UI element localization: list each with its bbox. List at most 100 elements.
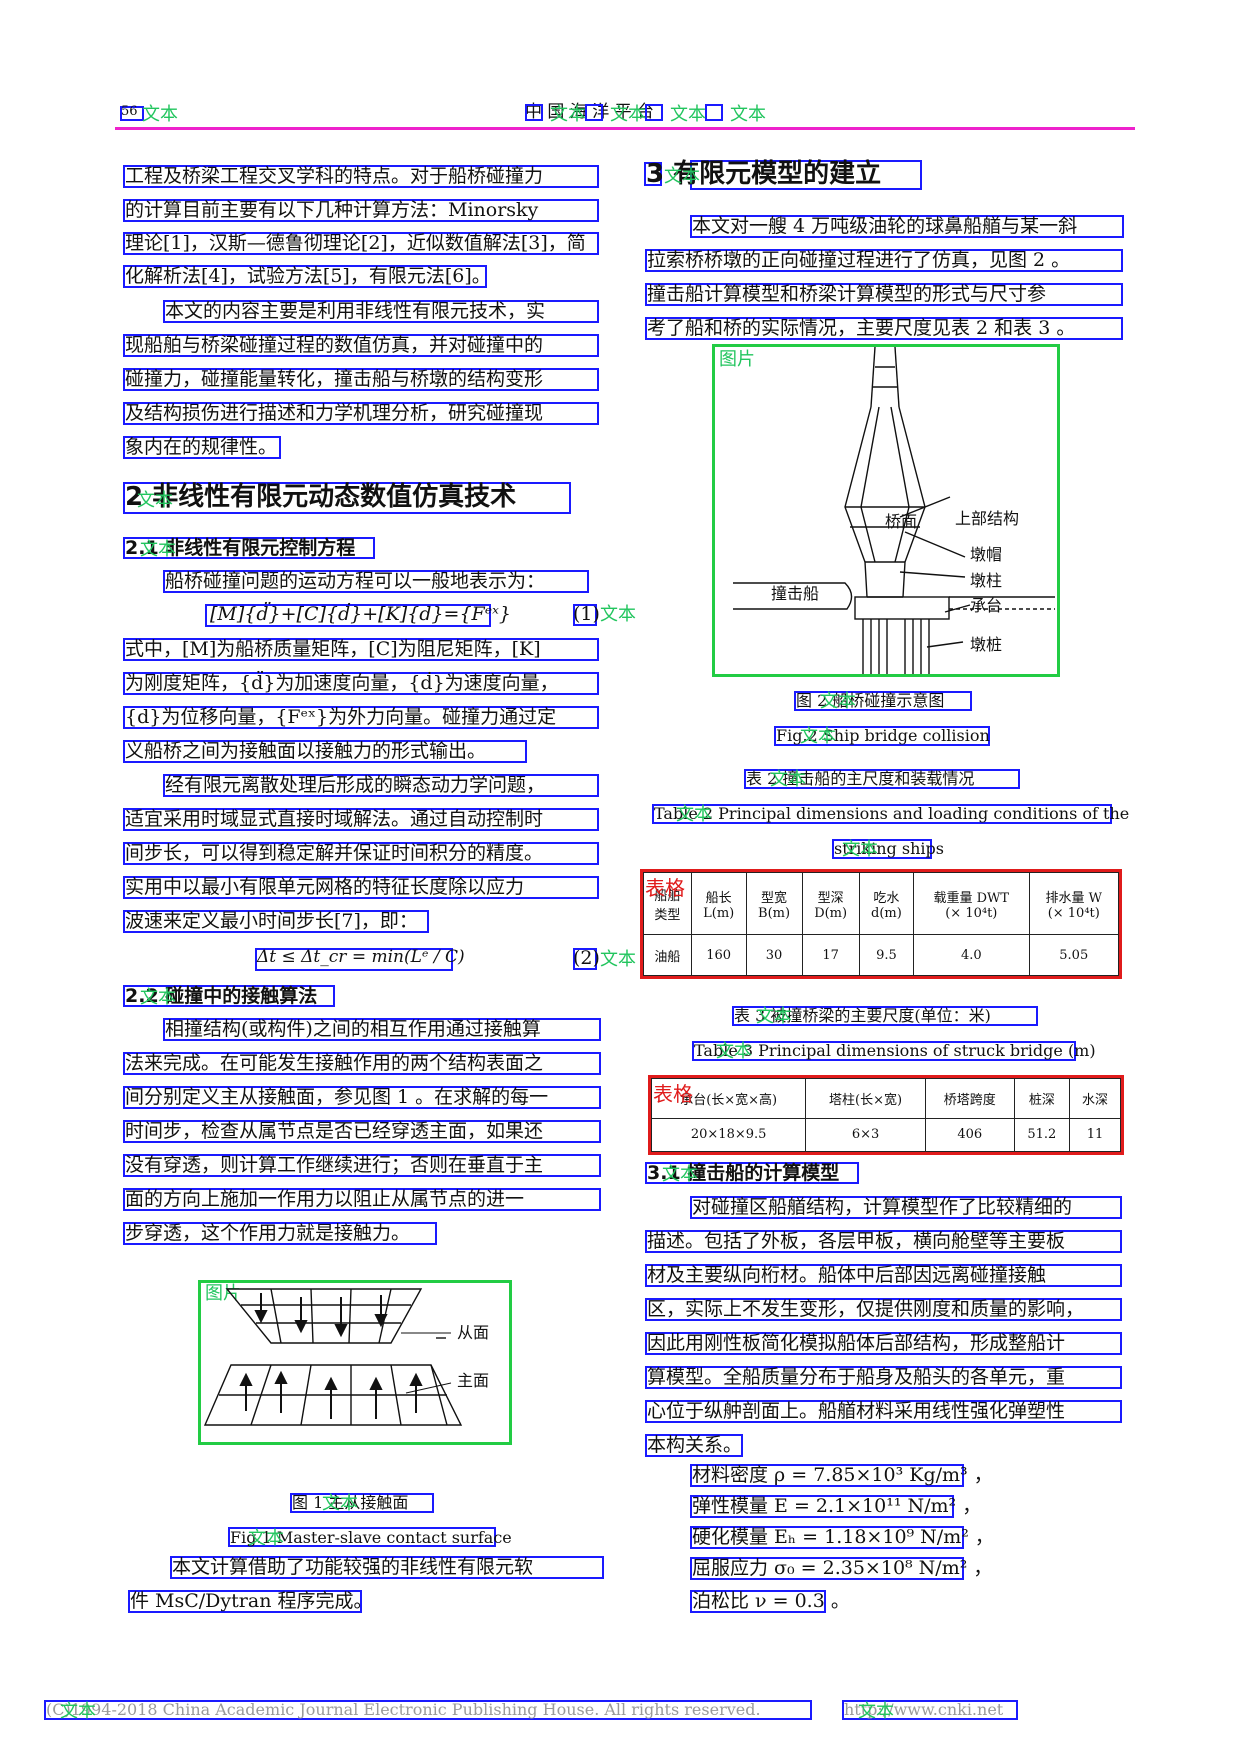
- text-line: 本文计算借助了功能较强的非线性有限元软: [172, 1556, 534, 1578]
- region-label: 文本: [676, 804, 712, 825]
- region-label: 文本: [770, 769, 806, 790]
- equation-number: (1): [573, 603, 600, 625]
- text-line: 相撞结构(或构件)之间的相互作用通过接触算: [165, 1018, 541, 1040]
- journal-title-box-1: [525, 104, 543, 121]
- table-cell: 30: [745, 934, 803, 976]
- property-line: 硬化模量 Eₕ = 1.18×10⁹ N/m² ，: [692, 1526, 994, 1548]
- region-label: 文本: [670, 104, 706, 125]
- text-line: 现船舶与桥梁碰撞过程的数值仿真，并对碰撞中的: [125, 334, 544, 356]
- text-line: 步穿透，这个作用力就是接触力。: [125, 1222, 411, 1244]
- text-line: 适宜采用时域显式直接时域解法。通过自动控制时: [125, 808, 544, 830]
- equation: [M]{d̈}+[C]{ḋ}+[K]{d}={Fᵉˣ}: [210, 603, 511, 625]
- property-line: 材料密度 ρ = 7.85×10³ Kg/m³ ，: [692, 1464, 993, 1486]
- pier-pile-label: 墩桩: [970, 635, 1003, 654]
- journal-title-box-2: [585, 104, 603, 121]
- region-label: 表格: [653, 1082, 693, 1106]
- table-cell: 406: [924, 1117, 1015, 1153]
- region-label: 文本: [600, 604, 636, 625]
- text-line: 本构关系。: [647, 1434, 743, 1456]
- text-line: 船桥碰撞问题的运动方程可以一般地表示为：: [165, 570, 546, 592]
- region-label: 文本: [60, 1701, 96, 1722]
- text-line: 本文的内容主要是利用非线性有限元技术，实: [165, 300, 546, 322]
- table-3: 表格 承台(长×宽×高) 塔柱(长×宽) 桥塔跨度 桩深 水深 20×18×9.…: [648, 1075, 1124, 1155]
- text-line: 描述。包括了外板，各层甲板，横向舱壁等主要板: [647, 1230, 1066, 1252]
- table-header-cell: 船长 L(m): [690, 872, 747, 935]
- master-surface-label: 主面: [457, 1371, 490, 1390]
- region-label: 文本: [142, 104, 178, 125]
- figure-2: 图片 桥面 上部结构 墩帽 墩柱 撞击船 承台 墩桩: [712, 344, 1060, 677]
- platform-label: 承台: [970, 596, 1003, 615]
- text-line: 化解析法[4]，试验方法[5]，有限元法[6]。: [125, 265, 491, 287]
- region-label: 文本: [140, 539, 176, 560]
- table-header-cell: 型宽 B(m): [745, 872, 803, 935]
- text-line: 件 MsC/Dytran 程序完成。: [130, 1590, 373, 1612]
- table-cell: 160: [690, 934, 747, 976]
- property-line: 弹性模量 E = 2.1×10¹¹ N/m² ，: [692, 1495, 982, 1517]
- text-line: 材及主要纵向桁材。船体中后部因远离碰撞接触: [647, 1264, 1047, 1286]
- table-header-cell: 桥塔跨度: [924, 1078, 1015, 1119]
- text-line: 工程及桥梁工程交叉学科的特点。对于船桥碰撞力: [125, 165, 544, 187]
- text-line: 心位于纵舯剖面上。船艏材料采用线性强化弹塑性: [647, 1400, 1066, 1422]
- section-heading: 2 非线性有限元动态数值仿真技术: [125, 482, 517, 512]
- table-header-cell: 排水量 W (× 10⁴t): [1028, 872, 1120, 935]
- region-label: 文本: [610, 104, 646, 125]
- region-label: 表格: [645, 876, 685, 900]
- region-label: 文本: [716, 1041, 752, 1062]
- region-label: 文本: [550, 104, 586, 125]
- text-line: 间分别定义主从接触面，参见图 1 。在求解的每一: [125, 1086, 549, 1108]
- text-line: 拉索桥桥墩的正向碰撞过程进行了仿真，见图 2 。: [647, 249, 1071, 271]
- principal-dimensions-table: 船舶 类型 船长 L(m) 型宽 B(m) 型深 D(m) 吃水 d(m) 载重…: [643, 872, 1120, 976]
- equation: Δt ≤ Δt_cr = min(Lᵉ / C): [257, 947, 465, 967]
- table-header-cell: 桩深: [1013, 1078, 1070, 1119]
- journal-title-box-3: [645, 104, 663, 121]
- region-label: 文本: [137, 490, 173, 511]
- text-line: {d}为位移向量，{Fᵉˣ}为外力向量。碰撞力通过定: [125, 706, 557, 728]
- pier-cap-label: 墩帽: [970, 545, 1003, 564]
- text-line: 义船桥之间为接触面以接触力的形式输出。: [125, 740, 487, 762]
- region-label: 文本: [248, 1528, 284, 1549]
- text-line: 本文对一艘 4 万吨级油轮的球鼻船艏与某一斜: [692, 215, 1078, 237]
- pier-column-label: 墩柱: [970, 571, 1003, 590]
- text-line: 象内在的规律性。: [125, 436, 278, 458]
- table-header-cell: 载重量 DWT (× 10⁴t): [913, 872, 1030, 935]
- region-label: 文本: [842, 839, 878, 860]
- text-line: 没有穿透，则计算工作继续进行；否则在垂直于主: [125, 1154, 544, 1176]
- table-caption-en: Table 3 Principal dimensions of struck b…: [694, 1041, 1096, 1060]
- text-line: 间步长，可以得到稳定解并保证时间积分的精度。: [125, 842, 544, 864]
- table-header-cell: 塔柱(长×宽): [805, 1078, 926, 1119]
- text-line: 对碰撞区船艏结构，计算模型作了比较精细的: [692, 1196, 1073, 1218]
- table-header-cell: 吃水 d(m): [858, 872, 915, 935]
- text-line: 的计算目前主要有以下几种计算方法：Minorsky: [125, 199, 539, 221]
- journal-title-box-4: [705, 104, 723, 121]
- region-label: 文本: [858, 1701, 894, 1722]
- table-cell: 17: [801, 934, 860, 976]
- text-line: 理论[1]，汉斯—德鲁彻理论[2]，近似数值解法[3]，简: [125, 232, 586, 254]
- text-line: 面的方向上施加一作用力以阻止从属节点的进一: [125, 1188, 525, 1210]
- struck-bridge-dimensions-table: 承台(长×宽×高) 塔柱(长×宽) 桥塔跨度 桩深 水深 20×18×9.5 6…: [650, 1078, 1122, 1153]
- table-header-cell: 型深 D(m): [801, 872, 860, 935]
- deck-label: 桥面: [885, 512, 918, 531]
- text-line: 为刚度矩阵，{d̈}为加速度向量，{ḋ}为速度向量，: [125, 672, 559, 694]
- table-cell: 9.5: [858, 934, 915, 976]
- master-slave-contact-diagram: [203, 1288, 463, 1426]
- property-line: 屈服应力 σ₀ = 2.35×10⁸ N/m² ，: [692, 1557, 993, 1579]
- text-line: 算模型。全船质量分布于船身及船头的各单元，重: [647, 1366, 1066, 1388]
- text-line: 波速来定义最小时间步长[7]，即：: [125, 910, 418, 932]
- region-label: 文本: [820, 691, 856, 712]
- figure-caption: 图 2 船桥碰撞示意图: [796, 691, 945, 710]
- text-line: 撞击船计算模型和桥梁计算模型的形式与尺寸参: [647, 283, 1047, 305]
- text-line: 法来完成。在可能发生接触作用的两个结构表面之: [125, 1052, 544, 1074]
- text-line: 时间步，检查从属节点是否已经穿透主面，如果还: [125, 1120, 544, 1142]
- property-line: 泊松比 ν = 0.3 。: [692, 1590, 850, 1612]
- table-cell: 4.0: [913, 934, 1030, 976]
- region-label: 文本: [600, 949, 636, 970]
- table-cell: 11: [1068, 1117, 1122, 1153]
- text-line: 式中，[M]为船桥质量矩阵，[C]为阻尼矩阵，[K]: [125, 638, 541, 660]
- slave-surface-label: 从面: [457, 1323, 490, 1342]
- table-caption-en: Table 2 Principal dimensions and loading…: [654, 804, 1130, 823]
- region-label: 文本: [756, 1006, 792, 1027]
- region-label: 文本: [322, 1493, 358, 1514]
- equation-number: (2): [573, 947, 600, 969]
- upper-structure-label: 上部结构: [955, 509, 1020, 528]
- table-header-cell: 水深: [1068, 1078, 1122, 1119]
